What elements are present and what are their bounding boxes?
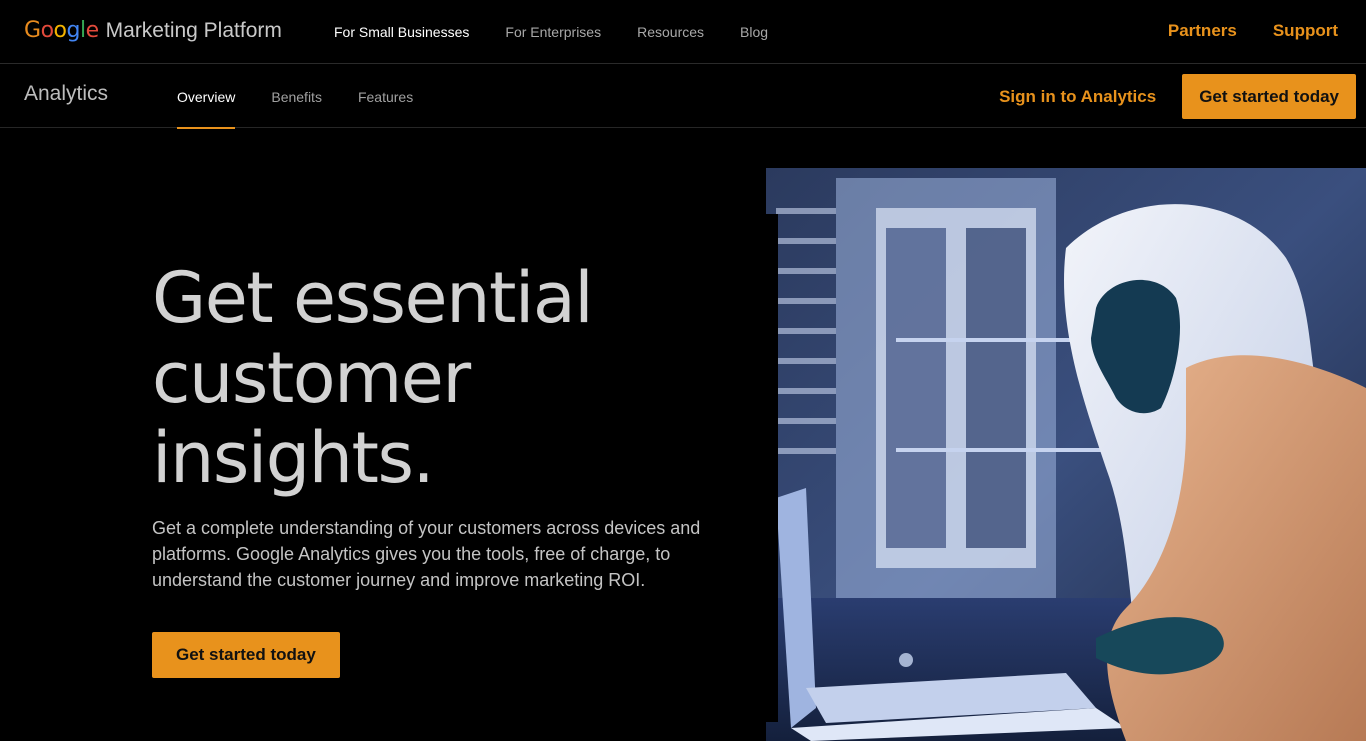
hero-description: Get a complete understanding of your cus… bbox=[152, 518, 701, 590]
product-navigation-bar: Analytics Overview Benefits Features Sig… bbox=[0, 65, 1366, 129]
brand-letter: o bbox=[40, 18, 54, 43]
tab-benefits[interactable]: Benefits bbox=[271, 65, 322, 128]
get-started-header-button[interactable]: Get started today bbox=[1182, 74, 1356, 119]
nav-link-resources[interactable]: Resources bbox=[637, 24, 704, 40]
top-navigation-bar: Google Marketing Platform For Small Busi… bbox=[0, 0, 1366, 64]
brand-platform-name: Marketing Platform bbox=[105, 19, 282, 42]
image-edge-mask bbox=[766, 214, 778, 722]
hero-photo-illustration bbox=[766, 168, 1366, 741]
top-right-links: Partners Support bbox=[1168, 21, 1338, 41]
get-started-hero-button[interactable]: Get started today bbox=[152, 632, 340, 678]
nav-link-small-businesses[interactable]: For Small Businesses bbox=[334, 24, 469, 40]
hero-title-line: customer bbox=[152, 337, 471, 419]
nav-link-blog[interactable]: Blog bbox=[740, 24, 768, 40]
hero-title-line: Get essential bbox=[152, 257, 594, 339]
brand-letter: o bbox=[53, 18, 67, 43]
product-tabs: Overview Benefits Features bbox=[177, 65, 413, 129]
sign-in-link[interactable]: Sign in to Analytics bbox=[999, 87, 1156, 107]
product-name[interactable]: Analytics bbox=[24, 82, 108, 106]
hero-title: Get essential customer insights. bbox=[152, 258, 752, 498]
google-wordmark: Google bbox=[24, 18, 99, 43]
support-link[interactable]: Support bbox=[1273, 21, 1338, 41]
hero-photo-woman-at-laptop bbox=[766, 168, 1366, 741]
product-actions: Sign in to Analytics Get started today bbox=[999, 74, 1356, 119]
brand-letter: G bbox=[24, 18, 41, 43]
tab-features[interactable]: Features bbox=[358, 65, 413, 128]
brand-letter: g bbox=[66, 18, 81, 43]
nav-link-enterprises[interactable]: For Enterprises bbox=[505, 24, 601, 40]
brand-letter: e bbox=[85, 18, 100, 43]
top-nav-links: For Small Businesses For Enterprises Res… bbox=[334, 24, 768, 40]
hero-title-line: insights. bbox=[152, 417, 435, 499]
partners-link[interactable]: Partners bbox=[1168, 21, 1237, 41]
google-marketing-platform-logo[interactable]: Google Marketing Platform bbox=[24, 18, 282, 46]
tab-overview[interactable]: Overview bbox=[177, 65, 236, 129]
